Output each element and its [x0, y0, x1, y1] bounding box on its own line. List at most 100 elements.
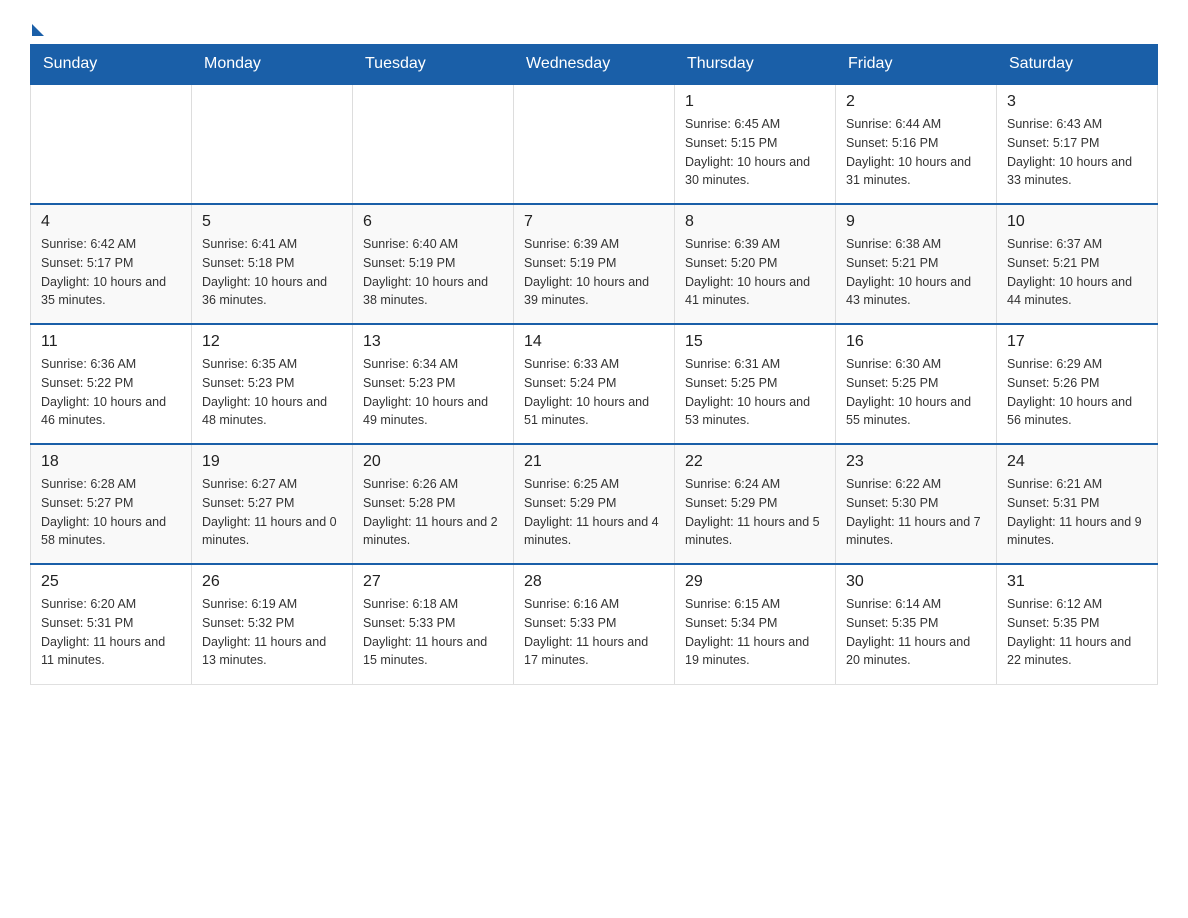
day-info: Sunrise: 6:39 AM Sunset: 5:20 PM Dayligh…	[685, 235, 825, 310]
day-info: Sunrise: 6:42 AM Sunset: 5:17 PM Dayligh…	[41, 235, 181, 310]
calendar-cell: 2Sunrise: 6:44 AM Sunset: 5:16 PM Daylig…	[836, 84, 997, 204]
day-info: Sunrise: 6:31 AM Sunset: 5:25 PM Dayligh…	[685, 355, 825, 430]
week-row-1: 1 Sunrise: 6:45 AM Sunset: 5:15 PM Daylig…	[31, 84, 1158, 204]
day-number: 24	[1007, 453, 1147, 471]
weekday-header-wednesday: Wednesday	[514, 45, 675, 85]
calendar-cell: 24 Sunrise: 6:21 AM Sunset: 5:31 PM Dayli…	[997, 444, 1158, 564]
calendar-cell: 11Sunrise: 6:36 AM Sunset: 5:22 PM Dayli…	[31, 324, 192, 444]
calendar-cell: 23 Sunrise: 6:22 AM Sunset: 5:30 PM Dayli…	[836, 444, 997, 564]
calendar-cell: 5 Sunrise: 6:41 AM Sunset: 5:18 PM Daylig…	[192, 204, 353, 324]
day-number: 4	[41, 213, 181, 231]
day-number: 3	[1007, 93, 1147, 111]
day-info: Sunrise: 6:20 AM Sunset: 5:31 PM Dayligh…	[41, 595, 181, 670]
calendar-cell: 26Sunrise: 6:19 AM Sunset: 5:32 PM Dayli…	[192, 564, 353, 684]
calendar-cell: 20 Sunrise: 6:26 AM Sunset: 5:28 PM Dayli…	[353, 444, 514, 564]
calendar-cell: 7 Sunrise: 6:39 AM Sunset: 5:19 PM Daylig…	[514, 204, 675, 324]
day-number: 21	[524, 453, 664, 471]
week-row-3: 11Sunrise: 6:36 AM Sunset: 5:22 PM Dayli…	[31, 324, 1158, 444]
day-info: Sunrise: 6:39 AM Sunset: 5:19 PM Dayligh…	[524, 235, 664, 310]
day-info: Sunrise: 6:12 AM Sunset: 5:35 PM Dayligh…	[1007, 595, 1147, 670]
day-info: Sunrise: 6:38 AM Sunset: 5:21 PM Dayligh…	[846, 235, 986, 310]
day-number: 19	[202, 453, 342, 471]
calendar-cell: 27 Sunrise: 6:18 AM Sunset: 5:33 PM Dayli…	[353, 564, 514, 684]
calendar-cell: 17 Sunrise: 6:29 AM Sunset: 5:26 PM Dayli…	[997, 324, 1158, 444]
day-info: Sunrise: 6:25 AM Sunset: 5:29 PM Dayligh…	[524, 475, 664, 550]
day-number: 7	[524, 213, 664, 231]
day-number: 18	[41, 453, 181, 471]
calendar-cell	[192, 84, 353, 204]
day-number: 9	[846, 213, 986, 231]
day-number: 27	[363, 573, 503, 591]
day-number: 30	[846, 573, 986, 591]
calendar-cell: 30 Sunrise: 6:14 AM Sunset: 5:35 PM Dayli…	[836, 564, 997, 684]
calendar-cell: 9 Sunrise: 6:38 AM Sunset: 5:21 PM Daylig…	[836, 204, 997, 324]
day-info: Sunrise: 6:30 AM Sunset: 5:25 PM Dayligh…	[846, 355, 986, 430]
weekday-header-monday: Monday	[192, 45, 353, 85]
day-number: 6	[363, 213, 503, 231]
day-info: Sunrise: 6:36 AM Sunset: 5:22 PM Dayligh…	[41, 355, 181, 430]
calendar-cell: 12 Sunrise: 6:35 AM Sunset: 5:23 PM Dayli…	[192, 324, 353, 444]
calendar-cell: 28 Sunrise: 6:16 AM Sunset: 5:33 PM Dayli…	[514, 564, 675, 684]
day-info: Sunrise: 6:24 AM Sunset: 5:29 PM Dayligh…	[685, 475, 825, 550]
day-info: Sunrise: 6:41 AM Sunset: 5:18 PM Dayligh…	[202, 235, 342, 310]
calendar-cell: 25 Sunrise: 6:20 AM Sunset: 5:31 PM Dayli…	[31, 564, 192, 684]
day-info: Sunrise: 6:37 AM Sunset: 5:21 PM Dayligh…	[1007, 235, 1147, 310]
weekday-header-tuesday: Tuesday	[353, 45, 514, 85]
day-info: Sunrise: 6:21 AM Sunset: 5:31 PM Dayligh…	[1007, 475, 1147, 550]
day-number: 25	[41, 573, 181, 591]
calendar-cell: 22 Sunrise: 6:24 AM Sunset: 5:29 PM Dayli…	[675, 444, 836, 564]
day-info: Sunrise: 6:18 AM Sunset: 5:33 PM Dayligh…	[363, 595, 503, 670]
day-info: Sunrise: 6:43 AM Sunset: 5:17 PM Dayligh…	[1007, 115, 1147, 190]
day-info: Sunrise: 6:14 AM Sunset: 5:35 PM Dayligh…	[846, 595, 986, 670]
day-number: 28	[524, 573, 664, 591]
weekday-header-saturday: Saturday	[997, 45, 1158, 85]
week-row-4: 18 Sunrise: 6:28 AM Sunset: 5:27 PM Dayli…	[31, 444, 1158, 564]
day-number: 8	[685, 213, 825, 231]
calendar-cell: 29 Sunrise: 6:15 AM Sunset: 5:34 PM Dayli…	[675, 564, 836, 684]
calendar-cell: 31Sunrise: 6:12 AM Sunset: 5:35 PM Dayli…	[997, 564, 1158, 684]
day-number: 13	[363, 333, 503, 351]
weekday-header-row: SundayMondayTuesdayWednesdayThursdayFrid…	[31, 45, 1158, 85]
day-number: 20	[363, 453, 503, 471]
calendar-cell: 10 Sunrise: 6:37 AM Sunset: 5:21 PM Dayli…	[997, 204, 1158, 324]
day-number: 29	[685, 573, 825, 591]
calendar-cell: 13 Sunrise: 6:34 AM Sunset: 5:23 PM Dayli…	[353, 324, 514, 444]
day-number: 17	[1007, 333, 1147, 351]
calendar-cell: 8 Sunrise: 6:39 AM Sunset: 5:20 PM Daylig…	[675, 204, 836, 324]
logo-arrow-icon	[32, 24, 44, 36]
day-info: Sunrise: 6:33 AM Sunset: 5:24 PM Dayligh…	[524, 355, 664, 430]
day-info: Sunrise: 6:16 AM Sunset: 5:33 PM Dayligh…	[524, 595, 664, 670]
calendar-table: SundayMondayTuesdayWednesdayThursdayFrid…	[30, 44, 1158, 685]
weekday-header-thursday: Thursday	[675, 45, 836, 85]
week-row-2: 4 Sunrise: 6:42 AM Sunset: 5:17 PM Daylig…	[31, 204, 1158, 324]
day-info: Sunrise: 6:35 AM Sunset: 5:23 PM Dayligh…	[202, 355, 342, 430]
day-info: Sunrise: 6:34 AM Sunset: 5:23 PM Dayligh…	[363, 355, 503, 430]
day-number: 10	[1007, 213, 1147, 231]
day-number: 5	[202, 213, 342, 231]
calendar-cell: 3 Sunrise: 6:43 AM Sunset: 5:17 PM Daylig…	[997, 84, 1158, 204]
day-info: Sunrise: 6:19 AM Sunset: 5:32 PM Dayligh…	[202, 595, 342, 670]
weekday-header-friday: Friday	[836, 45, 997, 85]
calendar-cell	[353, 84, 514, 204]
calendar-cell: 4 Sunrise: 6:42 AM Sunset: 5:17 PM Daylig…	[31, 204, 192, 324]
day-info: Sunrise: 6:22 AM Sunset: 5:30 PM Dayligh…	[846, 475, 986, 550]
calendar-cell: 1 Sunrise: 6:45 AM Sunset: 5:15 PM Daylig…	[675, 84, 836, 204]
calendar-cell: 19Sunrise: 6:27 AM Sunset: 5:27 PM Dayli…	[192, 444, 353, 564]
day-number: 22	[685, 453, 825, 471]
calendar-cell: 21 Sunrise: 6:25 AM Sunset: 5:29 PM Dayli…	[514, 444, 675, 564]
day-info: Sunrise: 6:45 AM Sunset: 5:15 PM Dayligh…	[685, 115, 825, 190]
day-info: Sunrise: 6:29 AM Sunset: 5:26 PM Dayligh…	[1007, 355, 1147, 430]
day-info: Sunrise: 6:26 AM Sunset: 5:28 PM Dayligh…	[363, 475, 503, 550]
day-info: Sunrise: 6:28 AM Sunset: 5:27 PM Dayligh…	[41, 475, 181, 550]
week-row-5: 25 Sunrise: 6:20 AM Sunset: 5:31 PM Dayli…	[31, 564, 1158, 684]
day-number: 16	[846, 333, 986, 351]
logo	[30, 20, 44, 34]
day-info: Sunrise: 6:40 AM Sunset: 5:19 PM Dayligh…	[363, 235, 503, 310]
day-number: 12	[202, 333, 342, 351]
day-number: 23	[846, 453, 986, 471]
day-info: Sunrise: 6:15 AM Sunset: 5:34 PM Dayligh…	[685, 595, 825, 670]
calendar-cell	[31, 84, 192, 204]
header	[30, 20, 1158, 34]
day-number: 1	[685, 93, 825, 111]
day-number: 15	[685, 333, 825, 351]
